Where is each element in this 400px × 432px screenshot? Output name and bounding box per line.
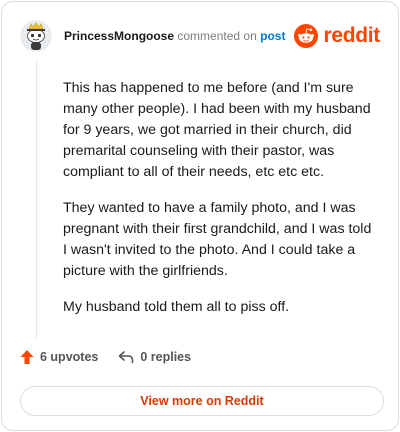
upvote-button[interactable]: 6 upvotes [20,349,98,365]
comment-body: This has happened to me before (and I'm … [63,78,373,333]
reply-arrow-icon [119,351,134,364]
upvote-arrow-icon [20,350,34,364]
reply-button[interactable]: 0 replies [118,350,191,364]
post-link[interactable]: post [260,29,285,43]
comment-actions: 6 upvotes 0 replies [20,349,191,365]
comment-card: PrincessMongoose commented on post reddi… [1,1,399,431]
thread-line [36,60,37,338]
action-text: commented on [177,29,257,43]
reddit-logo-icon [294,24,319,48]
comment-paragraph: This has happened to me before (and I'm … [63,80,371,180]
upvote-count: 6 upvotes [40,350,99,364]
reddit-logo[interactable]: reddit [294,24,380,48]
view-more-button[interactable]: View more on Reddit [20,386,384,416]
comment-paragraph: They wanted to have a family photo, and … [63,200,372,279]
comment-header: PrincessMongoose commented on post reddi… [20,18,380,54]
comment-paragraph: My husband told them all to piss off. [63,299,290,315]
reddit-wordmark: reddit [323,24,380,47]
username-link[interactable]: PrincessMongoose [64,29,174,43]
byline: PrincessMongoose commented on post [64,28,285,44]
avatar-snoo-icon [20,20,52,52]
avatar[interactable] [20,20,52,52]
reply-count: 0 replies [140,350,192,364]
